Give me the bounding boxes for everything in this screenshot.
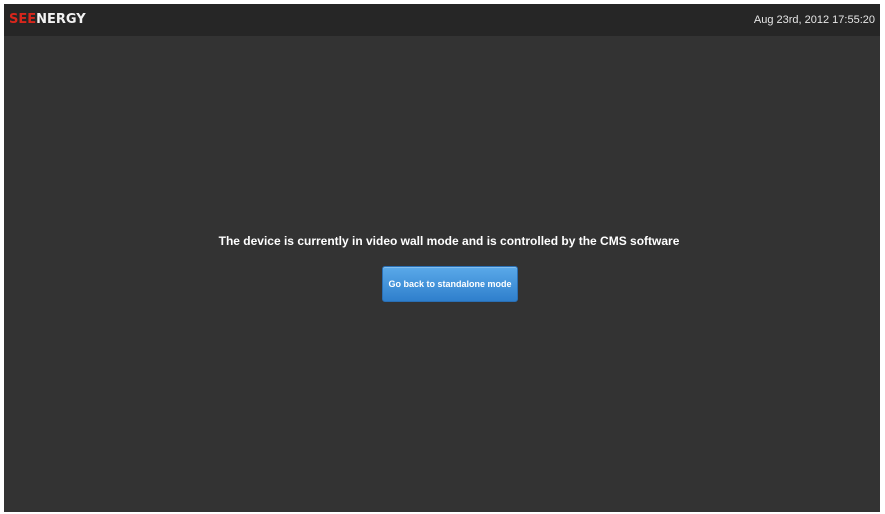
status-message: The device is currently in video wall mo… [218,234,680,248]
standalone-mode-button[interactable]: Go back to standalone mode [382,266,518,302]
logo-text-white: NERGY [36,12,86,27]
top-bar: SEENERGY Aug 23rd, 2012 17:55:20 [4,4,880,36]
datetime-display: Aug 23rd, 2012 17:55:20 [753,14,875,26]
seenergy-logo: SEENERGY [9,12,86,28]
logo-text-red: SEE [9,12,37,27]
app-window: SEENERGY Aug 23rd, 2012 17:55:20 The dev… [4,4,880,512]
